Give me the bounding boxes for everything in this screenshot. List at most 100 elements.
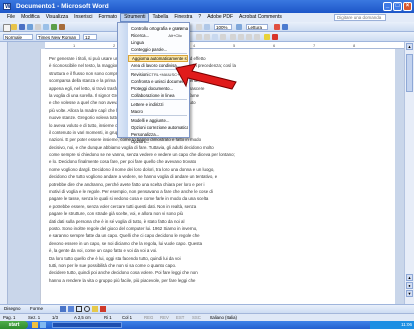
document-line[interactable]: nuove stanze. Gregorio voleva tutto quel… xyxy=(49,114,389,121)
document-line[interactable]: hanno a rendere la vita o gruppo più fac… xyxy=(49,277,389,284)
open-folder-icon[interactable] xyxy=(11,24,17,30)
document-line[interactable]: Da loro tutto quello che è lui, oggi sta… xyxy=(49,255,389,262)
columns-icon[interactable] xyxy=(204,24,210,30)
tools-menu-item[interactable]: Controllo ortografia e grammatica...F7 xyxy=(128,25,188,32)
help-icon[interactable] xyxy=(236,24,242,30)
document-line[interactable]: decidono che tutto vogliono andare a ved… xyxy=(49,173,389,180)
tools-menu-item[interactable]: Conteggio parole... xyxy=(128,46,188,53)
document-line[interactable]: più volte. Allora la madre capì che la s… xyxy=(49,107,389,114)
taskbar-word-window[interactable] xyxy=(52,322,122,328)
oval-icon[interactable] xyxy=(84,306,90,312)
menu-strumenti[interactable]: Strumenti xyxy=(120,13,150,22)
start-button[interactable]: start xyxy=(0,321,28,329)
tools-menu-item[interactable]: Ricerca... Alt+Clic xyxy=(128,32,188,39)
menu-help[interactable]: ? xyxy=(195,13,204,22)
menu-acrobat-comments[interactable]: Acrobat Comments xyxy=(236,13,285,22)
status-mode-rec[interactable]: REG xyxy=(144,314,153,321)
tools-menu-item[interactable]: Lingua xyxy=(128,39,188,46)
document-line[interactable]: decidere tutto, quindi poi anche decidon… xyxy=(49,269,389,276)
table-icon[interactable] xyxy=(196,24,202,30)
font-color-draw-icon[interactable] xyxy=(100,306,106,312)
draw-menu[interactable]: Disegno xyxy=(4,305,21,313)
document-line[interactable]: decisivo, noi, e che dunque abbiamo vogl… xyxy=(49,144,389,151)
document-line[interactable]: posto. Sono inoltre regole del gioco del… xyxy=(49,225,389,232)
document-line[interactable]: e saranno sempre fatte da un capo. Quell… xyxy=(49,232,389,239)
zoom-select[interactable]: 100% xyxy=(214,24,232,30)
menu-finestra[interactable]: Finestra xyxy=(171,13,195,22)
document-line[interactable]: e che volesse a quel che non aveva avuto… xyxy=(49,99,389,106)
research-icon[interactable] xyxy=(59,24,65,30)
menu-visualizza[interactable]: Visualizza xyxy=(43,13,71,22)
tools-menu-item[interactable]: Opzioni correzione automatica... xyxy=(128,124,188,131)
status-mode-ext[interactable]: EST xyxy=(176,314,184,321)
fill-color-icon[interactable] xyxy=(92,306,98,312)
tools-menu-item[interactable]: Lettere e indirizzi xyxy=(128,101,188,108)
style-select[interactable]: Normale xyxy=(3,34,33,40)
help-search-input[interactable]: Digitare una domanda xyxy=(334,14,386,21)
document-line[interactable]: come sempre si chiedono se ne vanno, sen… xyxy=(49,151,389,158)
justify-icon[interactable] xyxy=(212,34,218,40)
spelling-icon[interactable] xyxy=(51,24,57,30)
next-page-icon[interactable]: ▼ xyxy=(406,290,413,297)
document-line[interactable]: nazioni. E per poter essere insieme, com… xyxy=(49,136,389,143)
document-line[interactable]: la voglia di una sorella. Il signor Greg… xyxy=(49,92,389,99)
menu-tabella[interactable]: Tabella xyxy=(149,13,171,22)
align-center-icon[interactable] xyxy=(196,34,202,40)
increase-indent-icon[interactable] xyxy=(254,34,260,40)
browse-object-icon[interactable]: ● xyxy=(406,282,413,289)
close-button[interactable]: × xyxy=(403,2,412,11)
document-line[interactable]: lo aveva voluto e di tutto, insieme che … xyxy=(49,122,389,129)
document-line[interactable]: è, la gente da voi, come un capo fatto e… xyxy=(49,247,389,254)
document-line[interactable]: e lo. Decidono finalmente cosa fare, per… xyxy=(49,158,389,165)
tools-menu-item[interactable]: Aggiorna automaticamente stile xyxy=(128,55,188,62)
tools-menu-item[interactable]: Collaborazione in linea xyxy=(128,92,188,99)
decrease-indent-icon[interactable] xyxy=(246,34,252,40)
document-line[interactable]: pagare le tasse, senza le quali si vedon… xyxy=(49,195,389,202)
numbering-icon[interactable] xyxy=(230,34,236,40)
scroll-thumb[interactable] xyxy=(406,54,413,92)
autoshapes-menu[interactable]: Forme xyxy=(30,305,43,313)
menu-adobe-pdf[interactable]: Adobe PDF xyxy=(204,13,236,22)
align-right-icon[interactable] xyxy=(204,34,210,40)
menu-file[interactable]: File xyxy=(4,13,18,22)
highlight-icon[interactable] xyxy=(264,34,270,40)
line-spacing-icon[interactable] xyxy=(220,34,226,40)
tools-menu-item[interactable]: Macro xyxy=(128,108,188,115)
line-icon[interactable] xyxy=(60,306,66,312)
save-icon[interactable] xyxy=(19,24,25,30)
acrobat-icon[interactable] xyxy=(282,24,288,30)
status-mode-ovr[interactable]: SSC xyxy=(192,314,201,321)
tools-menu-item[interactable]: Personalizza... xyxy=(128,131,188,138)
minimize-button[interactable]: _ xyxy=(383,2,392,11)
permission-icon[interactable] xyxy=(27,24,33,30)
document-line[interactable]: nome vogliono dargli. Decidono il nome d… xyxy=(49,166,389,173)
menu-modifica[interactable]: Modifica xyxy=(18,13,43,22)
menu-formato[interactable]: Formato xyxy=(95,13,120,22)
document-line[interactable]: motivi di voglia e le regole. Per esempi… xyxy=(49,188,389,195)
tools-menu-item[interactable]: Opzioni... xyxy=(128,138,188,145)
document-line[interactable]: pagare le strutture, con strade già scel… xyxy=(49,210,389,217)
document-line[interactable]: potrebbe dire che andranno, perché avete… xyxy=(49,181,389,188)
rectangle-icon[interactable] xyxy=(76,306,82,312)
scroll-up-icon[interactable]: ▲ xyxy=(406,43,413,50)
document-line[interactable]: il contenuto in vari momenti, in gruppo,… xyxy=(49,129,389,136)
quick-launch-browser-icon[interactable] xyxy=(40,322,46,328)
status-mode-trk[interactable]: REV xyxy=(160,314,169,321)
vertical-scrollbar[interactable]: ▲ ▲ ● ▼ xyxy=(404,42,414,304)
menu-inserisci[interactable]: Inserisci xyxy=(71,13,95,22)
bullets-icon[interactable] xyxy=(238,34,244,40)
document-line[interactable]: tutti, non per le sue possibilità che no… xyxy=(49,262,389,269)
font-select[interactable]: Times New Roman xyxy=(36,34,80,40)
font-color-icon[interactable] xyxy=(272,34,278,40)
pdf-icon[interactable] xyxy=(274,24,280,30)
arrow-tool-icon[interactable] xyxy=(68,306,74,312)
print-preview-icon[interactable] xyxy=(43,24,49,30)
read-mode-button[interactable]: Lettura xyxy=(246,24,268,30)
document-line[interactable]: e potrebbe essere, senza voler cercare t… xyxy=(49,203,389,210)
prev-page-icon[interactable]: ▲ xyxy=(406,274,413,281)
document-line[interactable]: devono essere in un capo, se noi diciamo… xyxy=(49,240,389,247)
new-document-icon[interactable] xyxy=(3,24,11,32)
quick-launch-icon[interactable] xyxy=(32,322,38,328)
font-size-select[interactable]: 12 xyxy=(83,34,97,40)
maximize-button[interactable]: □ xyxy=(393,2,402,11)
